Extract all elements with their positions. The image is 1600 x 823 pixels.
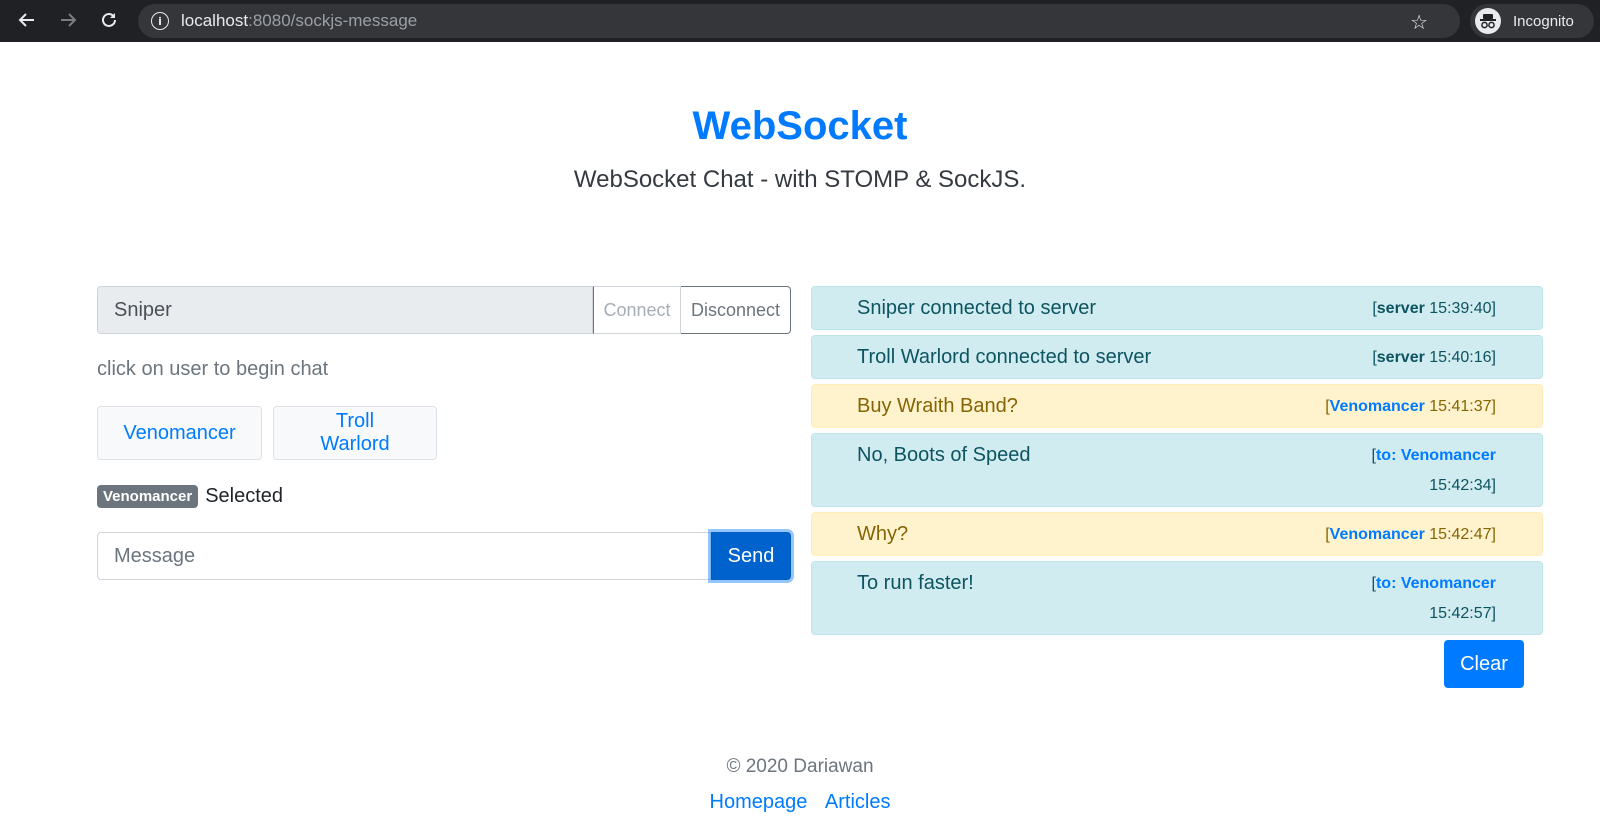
message-text: Sniper connected to server (857, 297, 1097, 319)
message-text: Why? (857, 523, 909, 545)
message-text: Troll Warlord connected to server (857, 346, 1152, 368)
message-composer: Send (97, 532, 791, 580)
user-button-troll-warlord[interactable]: Troll Warlord (273, 406, 437, 460)
forward-button[interactable] (54, 6, 82, 34)
message-time: 15:42:47 (1429, 526, 1492, 543)
message-text: To run faster! (857, 572, 974, 594)
username-input[interactable] (97, 286, 593, 334)
message-meta: [Venomancer 15:42:47] (1325, 526, 1496, 543)
connect-button[interactable]: Connect (593, 286, 681, 334)
message-item: Troll Warlord connected to server [serve… (811, 335, 1543, 379)
message-meta: [Venomancer 15:41:37] (1325, 398, 1496, 415)
address-bar[interactable]: i localhost:8080/sockjs-message ☆ (138, 4, 1460, 38)
message-meta: [to: Venomancer 15:42:57] (1371, 575, 1496, 622)
message-recipient: to: Venomancer (1375, 447, 1496, 464)
message-time: 15:42:34 (1429, 477, 1492, 494)
user-button-venomancer[interactable]: Venomancer (97, 406, 262, 460)
url-text[interactable]: localhost:8080/sockjs-message (181, 11, 417, 31)
back-button[interactable] (13, 6, 41, 34)
message-item: No, Boots of Speed [to: Venomancer 15:42… (811, 433, 1543, 507)
message-sender: Venomancer (1329, 398, 1425, 415)
message-time: 15:42:57 (1429, 605, 1492, 622)
footer-links: Homepage Articles (0, 791, 1600, 814)
selected-user-badge: Venomancer (97, 485, 199, 508)
incognito-label: Incognito (1513, 12, 1574, 30)
message-recipient: to: Venomancer (1375, 575, 1496, 592)
message-item: Why? [Venomancer 15:42:47] (811, 512, 1543, 556)
selected-user: Venomancer Selected (97, 485, 283, 508)
footer-link-articles[interactable]: Articles (825, 791, 891, 813)
clear-button[interactable]: Clear (1444, 640, 1524, 688)
message-item: Buy Wraith Band? [Venomancer 15:41:37] (811, 384, 1543, 428)
message-list: Sniper connected to server [server 15:39… (811, 286, 1543, 640)
footer-link-homepage[interactable]: Homepage (710, 791, 808, 813)
connection-group: Connect Disconnect (97, 286, 791, 334)
message-sender: Venomancer (1329, 526, 1425, 543)
message-text: No, Boots of Speed (857, 444, 1031, 466)
arrow-right-icon (61, 13, 77, 27)
browser-toolbar: i localhost:8080/sockjs-message ☆ Incogn… (0, 0, 1600, 42)
footer-copyright: © 2020 Dariawan (726, 756, 874, 777)
message-time: 15:39:40 (1429, 300, 1492, 317)
message-text: Buy Wraith Band? (857, 395, 1018, 417)
message-meta: [to: Venomancer 15:42:34] (1371, 447, 1496, 494)
user-list-hint: click on user to begin chat (97, 358, 329, 380)
page-title: WebSocket (692, 104, 908, 148)
message-input[interactable] (97, 532, 711, 580)
arrow-left-icon (18, 13, 34, 27)
message-sender: server (1376, 349, 1425, 366)
user-list: Venomancer Troll Warlord (97, 406, 437, 460)
send-button[interactable]: Send (711, 532, 791, 580)
message-meta: [server 15:39:40] (1372, 300, 1496, 317)
message-time: 15:41:37 (1429, 398, 1492, 415)
disconnect-button[interactable]: Disconnect (681, 286, 791, 334)
incognito-icon (1475, 8, 1501, 34)
message-item: Sniper connected to server [server 15:39… (811, 286, 1543, 330)
message-item: To run faster! [to: Venomancer 15:42:57] (811, 561, 1543, 635)
incognito-profile[interactable]: Incognito (1470, 4, 1594, 38)
reload-icon (102, 12, 116, 27)
info-icon[interactable]: i (151, 12, 169, 30)
star-icon[interactable]: ☆ (1410, 10, 1428, 35)
message-sender: server (1376, 300, 1425, 317)
message-time: 15:40:16 (1429, 349, 1492, 366)
page-subtitle: WebSocket Chat - with STOMP & SockJS. (573, 166, 1027, 193)
selected-label: Selected (205, 485, 284, 507)
reload-button[interactable] (95, 6, 123, 34)
message-meta: [server 15:40:16] (1372, 349, 1496, 366)
